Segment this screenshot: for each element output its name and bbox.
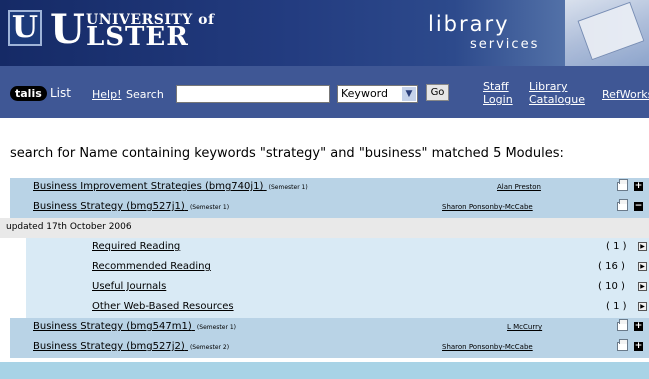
module-semester: (Semester 1) — [268, 184, 308, 191]
staff-login-line2: Login — [483, 93, 513, 106]
module-row: Business Strategy (bmg527j2) (Semester 2… — [10, 338, 649, 358]
arrow-right-icon[interactable]: ▶ — [638, 242, 647, 251]
logo-line-ulster: LSTER — [86, 22, 189, 52]
arrow-right-icon[interactable]: ▶ — [638, 282, 647, 291]
updated-row: updated 17th October 2006 — [0, 218, 649, 238]
minus-icon[interactable]: − — [634, 202, 643, 211]
toolbar: talis List Help! Search Keyword ▼ Go Sta… — [0, 66, 649, 118]
item-count: ( 1 ) — [606, 241, 627, 252]
module-title: Business Strategy (bmg527j1) — [33, 201, 185, 212]
module-row: Business Improvement Strategies (bmg740j… — [10, 178, 649, 198]
library-title: library — [428, 12, 510, 36]
library-subtitle: services — [470, 37, 540, 52]
module-semester: (Semester 1) — [189, 204, 230, 211]
plus-icon[interactable]: + — [634, 342, 643, 351]
item-count: ( 10 ) — [598, 281, 625, 292]
lecturer-link[interactable]: L McCurry — [507, 323, 542, 331]
header-decorative-image — [565, 0, 649, 66]
module-title: Business Strategy (bmg547m1) — [33, 321, 192, 332]
plus-icon[interactable]: + — [634, 322, 643, 331]
university-logo-mark: U — [8, 10, 42, 46]
module-semester: (Semester 2) — [189, 344, 230, 351]
reading-list-link[interactable]: Useful Journals — [92, 281, 166, 292]
search-input[interactable] — [176, 85, 330, 103]
lecturer-link[interactable]: Alan Preston — [497, 183, 541, 191]
refworks-link[interactable]: RefWorks — [602, 88, 649, 101]
reading-list-row: Recommended Reading ( 16 ) ▶ — [26, 258, 649, 278]
plus-icon[interactable]: + — [634, 182, 643, 191]
logo-initial: U — [50, 6, 85, 53]
arrow-right-icon[interactable]: ▶ — [638, 302, 647, 311]
reading-list-link[interactable]: Recommended Reading — [92, 261, 211, 272]
staff-login-line1: Staff — [483, 80, 509, 93]
module-semester: (Semester 1) — [196, 324, 237, 331]
printer-icon[interactable] — [617, 319, 628, 331]
printer-icon[interactable] — [617, 199, 628, 211]
help-link[interactable]: Help! — [92, 88, 122, 101]
library-catalogue-line2: Catalogue — [529, 93, 585, 106]
module-row: Business Strategy (bmg527j1) (Semester 1… — [10, 198, 649, 218]
reading-list-link[interactable]: Required Reading — [92, 241, 180, 252]
reading-list-row: Other Web-Based Resources ( 1 ) ▶ — [26, 298, 649, 318]
search-type-selected: Keyword — [341, 87, 388, 100]
item-count: ( 16 ) — [598, 261, 625, 272]
printer-icon[interactable] — [617, 179, 628, 191]
lecturer-link[interactable]: Sharon Ponsonby-McCabe — [442, 343, 533, 351]
module-link[interactable]: Business Improvement Strategies (bmg740j… — [33, 181, 308, 192]
staff-login-link[interactable]: Staff Login — [483, 80, 513, 106]
results-heading: search for Name containing keywords "str… — [10, 146, 564, 161]
reading-list-row: Required Reading ( 1 ) ▶ — [26, 238, 649, 258]
module-title: Business Strategy (bmg527j2) — [33, 341, 185, 352]
search-type-select[interactable]: Keyword ▼ — [337, 85, 418, 103]
lecturer-link[interactable]: Sharon Ponsonby-McCabe — [442, 203, 533, 211]
chevron-down-icon: ▼ — [402, 87, 416, 101]
item-count: ( 1 ) — [606, 301, 627, 312]
reading-list-link[interactable]: Other Web-Based Resources — [92, 301, 234, 312]
reading-list-row: Useful Journals ( 10 ) ▶ — [26, 278, 649, 298]
arrow-right-icon[interactable]: ▶ — [638, 262, 647, 271]
talis-logo: talis — [10, 86, 47, 101]
module-link[interactable]: Business Strategy (bmg527j1) (Semester 1… — [33, 201, 229, 212]
list-label: List — [50, 86, 71, 100]
site-header: U U UNIVERSITY of LSTER library services — [0, 0, 649, 66]
module-row: Business Strategy (bmg547m1) (Semester 1… — [10, 318, 649, 338]
updated-date: updated 17th October 2006 — [6, 222, 132, 232]
module-title: Business Improvement Strategies (bmg740j… — [33, 181, 264, 192]
results-panel: search for Name containing keywords "str… — [0, 118, 649, 362]
library-catalogue-line1: Library — [529, 80, 568, 93]
module-link[interactable]: Business Strategy (bmg527j2) (Semester 2… — [33, 341, 229, 352]
search-label: Search — [126, 88, 164, 101]
module-link[interactable]: Business Strategy (bmg547m1) (Semester 1… — [33, 321, 236, 332]
go-button[interactable]: Go — [426, 84, 449, 101]
library-catalogue-link[interactable]: Library Catalogue — [529, 80, 585, 106]
printer-icon[interactable] — [617, 339, 628, 351]
